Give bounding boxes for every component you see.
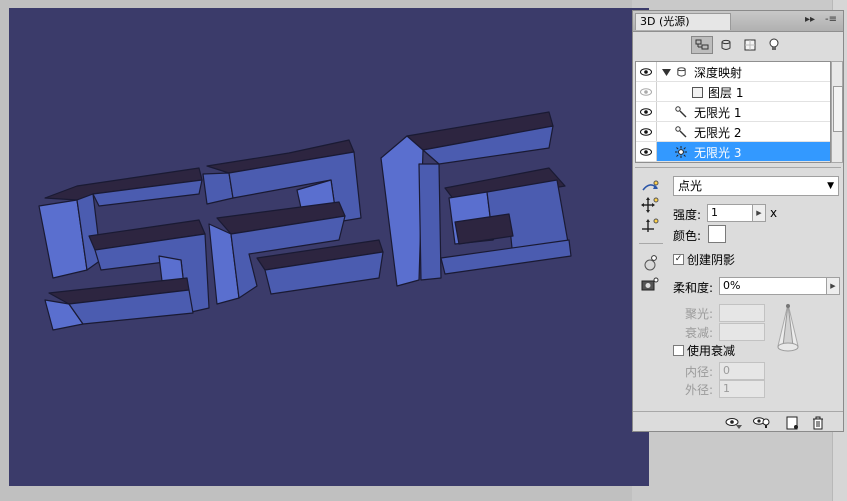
document-canvas[interactable]: [9, 8, 649, 486]
eye-icon[interactable]: [636, 62, 657, 81]
point-light-icon: [674, 145, 688, 159]
3d-lights-panel: 3D (光源) ▸▸ -≡ 深度映射 图层 1 无限光 1 无限光 2 无限光 …: [632, 10, 844, 432]
scrollbar-thumb[interactable]: [833, 86, 843, 132]
3d-text-render: [38, 111, 572, 331]
light-filter-icon[interactable]: [763, 36, 785, 54]
spotlight-cone-icon: [775, 302, 801, 356]
mesh-filter-icon[interactable]: [715, 36, 737, 54]
pan-light-icon[interactable]: [639, 195, 661, 215]
hotspot-label: 聚光:: [685, 307, 714, 321]
inner-radius-label: 内径:: [685, 365, 714, 379]
layer-icon: [690, 85, 704, 99]
inner-radius-input[interactable]: 0: [719, 362, 765, 380]
color-label: 颜色:: [673, 229, 702, 243]
outer-radius-input[interactable]: 1: [719, 380, 765, 398]
falloff-label: 衰减:: [685, 326, 714, 340]
outer-radius-label: 外径:: [685, 383, 714, 397]
layer-label: 图层 1: [708, 86, 744, 100]
falloff-input[interactable]: [719, 323, 765, 341]
move-to-view-icon[interactable]: [639, 275, 661, 295]
layer-label: 无限光 3: [694, 146, 742, 160]
softness-label: 柔和度:: [673, 281, 714, 295]
collapse-panel-icon[interactable]: ▸▸: [805, 14, 815, 25]
scene-filter-icon[interactable]: [691, 36, 713, 54]
document-canvas-area: [0, 0, 649, 501]
material-filter-icon[interactable]: [739, 36, 761, 54]
new-light-icon[interactable]: [783, 416, 801, 430]
rotate-light-icon[interactable]: [639, 177, 661, 197]
softness-input[interactable]: 0%: [719, 277, 827, 295]
layer-label: 无限光 2: [694, 126, 742, 140]
intensity-label: 强度:: [673, 208, 702, 222]
eye-icon[interactable]: [636, 122, 657, 141]
divider: [633, 411, 843, 412]
layer-label: 无限光 1: [694, 106, 742, 120]
use-attenuation-checkbox[interactable]: [673, 345, 684, 356]
toggle-lights-icon[interactable]: [725, 416, 743, 430]
chevron-down-icon: ▼: [827, 181, 834, 191]
layer-row-layer-1[interactable]: 图层 1: [636, 82, 830, 102]
panel-menu-icon[interactable]: -≡: [825, 14, 837, 25]
layer-label: 深度映射: [694, 66, 743, 80]
eye-icon[interactable]: [636, 142, 657, 161]
point-light-at-origin-icon[interactable]: [639, 253, 661, 273]
softness-slider-arrow-icon[interactable]: ▶: [826, 277, 840, 295]
layer-row-infinite-light-2[interactable]: 无限光 2: [636, 122, 830, 142]
filter-toolbar: [633, 32, 843, 58]
tab-3d-lights[interactable]: 3D (光源): [635, 13, 731, 30]
divider: [635, 167, 841, 168]
eye-icon[interactable]: [636, 102, 657, 121]
hotspot-input[interactable]: [719, 304, 765, 322]
intensity-slider-arrow-icon[interactable]: ▶: [752, 204, 766, 222]
infinite-light-icon: [674, 105, 688, 119]
light-color-swatch[interactable]: [708, 225, 726, 243]
light-type-select[interactable]: 点光 ▼: [673, 176, 839, 196]
cast-shadow-checkbox[interactable]: ✓: [673, 254, 684, 265]
light-type-value: 点光: [678, 179, 703, 193]
infinite-light-icon: [674, 125, 688, 139]
slide-light-icon[interactable]: [639, 216, 661, 236]
mesh-icon: [674, 65, 688, 79]
intensity-input[interactable]: 1: [707, 204, 753, 222]
layer-row-infinite-light-3[interactable]: 无限光 3: [636, 142, 830, 162]
layer-row-depth-map[interactable]: 深度映射: [636, 62, 830, 82]
expand-triangle-icon[interactable]: [659, 65, 673, 79]
intensity-suffix: x: [770, 206, 778, 220]
place-light-icon[interactable]: [753, 416, 771, 430]
cast-shadow-label: 创建阴影: [687, 253, 736, 267]
layer-list-scrollbar[interactable]: [831, 61, 843, 163]
delete-light-icon[interactable]: [809, 416, 827, 430]
layer-row-infinite-light-1[interactable]: 无限光 1: [636, 102, 830, 122]
use-attenuation-label: 使用衰减: [687, 344, 736, 358]
panel-header: 3D (光源) ▸▸ -≡: [633, 11, 843, 32]
eye-icon[interactable]: [636, 82, 657, 101]
3d-scene-layer-list: 深度映射 图层 1 无限光 1 无限光 2 无限光 3: [635, 61, 831, 163]
divider: [639, 243, 663, 244]
